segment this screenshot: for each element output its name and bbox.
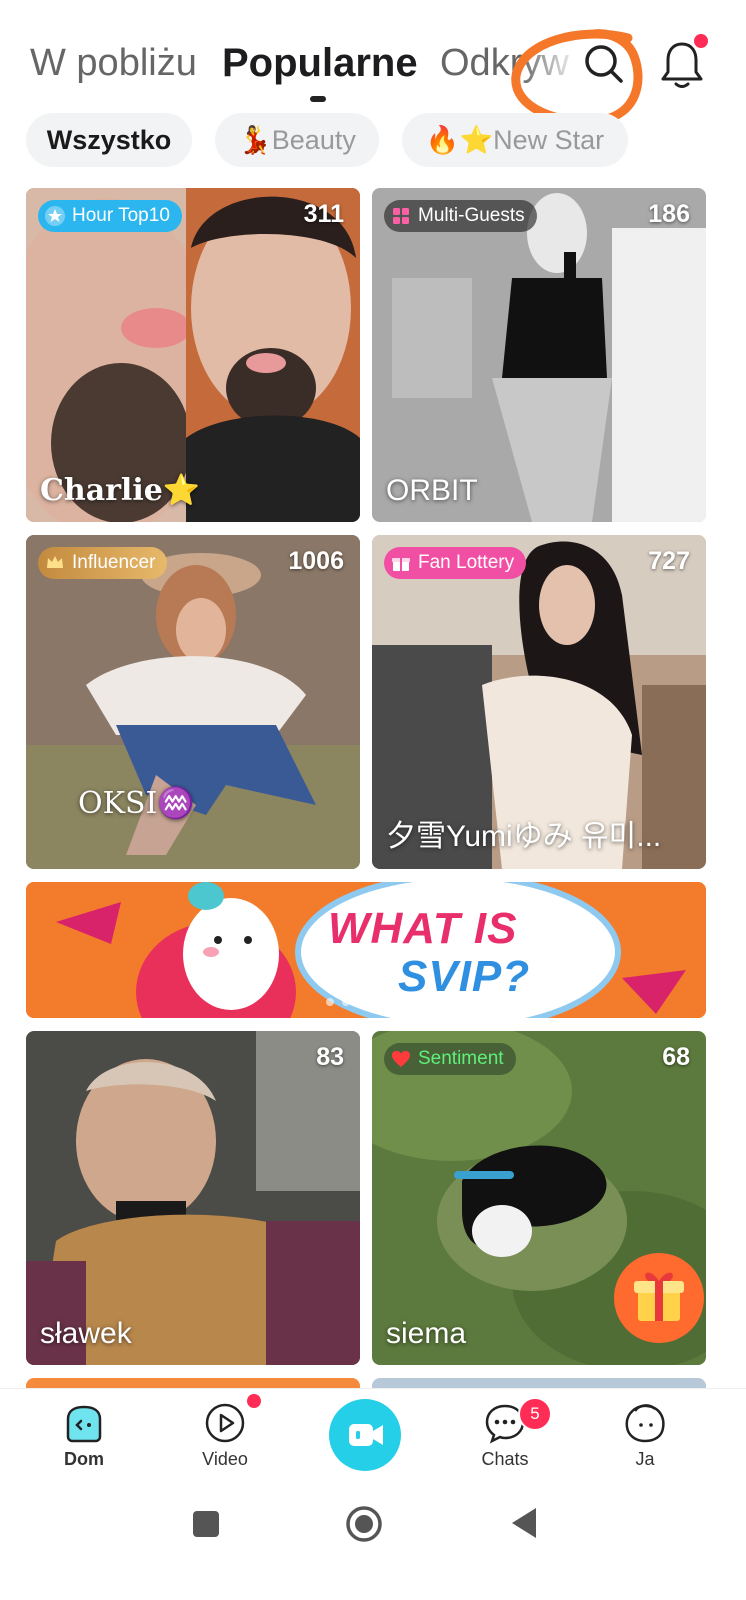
streamer-name: sławek [40, 1317, 132, 1350]
recents-button[interactable] [192, 1510, 220, 1538]
streamer-name: ORBIT [386, 474, 478, 507]
chats-unread-badge: 5 [518, 1397, 552, 1431]
pagination-dot [342, 998, 350, 1006]
stream-thumbnail [26, 1031, 360, 1365]
active-tab-indicator [310, 96, 326, 102]
tab-nearby[interactable]: W pobliżu [30, 42, 197, 85]
video-notification-dot [247, 1394, 261, 1408]
category-filter-bar: Wszystko 💃Beauty 🔥⭐New Star [0, 113, 746, 169]
notification-dot [694, 34, 708, 48]
pagination-dot [358, 998, 366, 1006]
viewer-count: 311 [303, 200, 344, 228]
viewer-count: 1006 [288, 547, 344, 575]
viewer-count: 186 [648, 200, 690, 228]
streamer-name: Charlie⭐ [40, 473, 201, 508]
profile-icon [625, 1404, 665, 1443]
recents-icon [193, 1511, 219, 1537]
gift-box-button[interactable] [614, 1253, 704, 1343]
home-icon [66, 1405, 102, 1443]
heart-icon [392, 1050, 410, 1067]
gift-icon [392, 558, 410, 571]
home-circle-icon [346, 1506, 382, 1542]
bottom-navigation: Dom Video Chats 5 Ja [0, 1388, 746, 1489]
tab-popular[interactable]: Popularne [222, 41, 418, 86]
multi-guests-badge: Multi-Guests [384, 200, 537, 232]
gift-icon [634, 1272, 684, 1321]
badge-label: Fan Lottery [418, 552, 515, 573]
badge-label: Sentiment [418, 1048, 504, 1069]
stream-card[interactable]: Hour Top10 311 Charlie⭐ [26, 188, 360, 522]
hour-top10-badge: Hour Top10 [38, 200, 182, 232]
stream-card[interactable]: Fan Lottery 727 夕雪Yumiゆみ 유미... [372, 535, 706, 869]
stream-thumbnail [372, 188, 706, 522]
filter-beauty[interactable]: 💃Beauty [215, 113, 379, 167]
system-navigation-bar [0, 1488, 746, 1600]
filter-new-star[interactable]: 🔥⭐New Star [402, 113, 628, 167]
streamer-name: OKSI♒ [78, 786, 195, 821]
banner-title-line2: SVIP? [398, 952, 531, 1001]
play-icon [205, 1403, 245, 1443]
pagination-dot-active [374, 998, 382, 1006]
go-live-icon [349, 1424, 383, 1446]
crown-icon [47, 556, 63, 568]
viewer-count: 68 [662, 1043, 690, 1071]
back-button[interactable] [508, 1506, 540, 1540]
nav-profile[interactable]: Ja [595, 1401, 695, 1470]
fan-lottery-badge: Fan Lottery [384, 547, 527, 579]
back-triangle-icon [512, 1508, 536, 1538]
sentiment-badge: Sentiment [384, 1043, 516, 1075]
nav-video[interactable]: Video [175, 1401, 275, 1470]
influencer-badge: Influencer [38, 547, 168, 579]
streamer-name: siema [386, 1317, 467, 1350]
viewer-count: 83 [316, 1043, 344, 1071]
stream-card[interactable]: Sentiment 68 siema [372, 1031, 706, 1365]
viewer-count: 727 [648, 547, 690, 575]
nav-label: Ja [635, 1449, 655, 1469]
nav-label: Chats [481, 1449, 529, 1469]
ranking-icon [45, 206, 65, 226]
grid-icon [393, 208, 409, 224]
home-system-button[interactable] [344, 1504, 384, 1544]
badge-label: Hour Top10 [72, 205, 170, 226]
stream-card[interactable]: 83 sławek [26, 1031, 360, 1365]
filter-all[interactable]: Wszystko [26, 113, 192, 167]
pagination-dot [326, 998, 334, 1006]
badge-label: Influencer [72, 552, 156, 573]
nav-label: Dom [64, 1449, 104, 1469]
streamer-name: 夕雪Yumiゆみ 유미... [386, 820, 662, 853]
top-tab-bar: W pobliżu Popularne Odkryw [0, 0, 746, 126]
badge-label: Multi-Guests [418, 205, 525, 226]
stream-card[interactable]: Multi-Guests 186 ORBIT [372, 188, 706, 522]
banner-pagination [326, 998, 398, 1006]
nav-label: Video [202, 1449, 248, 1469]
pagination-dot [390, 998, 398, 1006]
stream-card[interactable]: Influencer 1006 OKSI♒ [26, 535, 360, 869]
go-live-button[interactable] [329, 1399, 401, 1471]
nav-home[interactable]: Dom [34, 1401, 134, 1470]
banner-title-line1: WHAT IS [328, 904, 518, 953]
stream-thumbnail [26, 188, 360, 522]
